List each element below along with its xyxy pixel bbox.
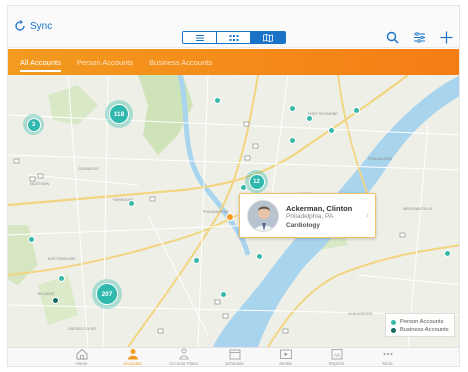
filter-icon[interactable] — [413, 31, 426, 44]
nav-schedule[interactable]: Schedule — [209, 348, 260, 366]
map-cluster[interactable]: 12 — [245, 170, 268, 193]
person-account-pin[interactable] — [306, 115, 313, 122]
accounts-icon — [127, 349, 138, 360]
cluster-count: 118 — [109, 104, 129, 124]
nav-more-label: More — [382, 361, 393, 366]
person-account-pin[interactable] — [256, 253, 263, 260]
svg-text:NICETOWN: NICETOWN — [30, 182, 49, 186]
svg-text:PORT RICHMOND: PORT RICHMOND — [308, 112, 338, 116]
nav-accounts-label: Accounts — [123, 361, 142, 366]
grid-view-icon — [229, 34, 238, 41]
account-location: Philadelphia, PA — [286, 213, 334, 220]
accounts-map[interactable]: NICETOWN GLENWOOD EAST PARKSIDE FAIRMOUNT … — [8, 75, 459, 347]
nav-media[interactable]: Media — [260, 348, 311, 366]
map-legend: Person Accounts Business Accounts — [385, 313, 455, 337]
map-cluster[interactable]: 118 — [105, 100, 133, 128]
svg-text:MERCHANTVILLE: MERCHANTVILLE — [403, 207, 433, 211]
sync-button[interactable]: Sync — [14, 20, 52, 32]
list-view-button[interactable] — [183, 32, 217, 43]
person-account-pin[interactable] — [220, 291, 227, 298]
person-account-pin[interactable] — [193, 257, 200, 264]
sync-label: Sync — [30, 20, 53, 32]
business-account-pin[interactable] — [52, 297, 59, 304]
svg-text:GLENWOOD: GLENWOOD — [78, 167, 99, 171]
svg-text:PENNSAUKEN: PENNSAUKEN — [368, 157, 393, 161]
calendar-icon — [229, 349, 240, 360]
nav-media-label: Media — [279, 361, 292, 366]
media-icon — [279, 349, 292, 359]
screenshot-frame: Sync All Accounts Person Accounts Busine… — [0, 0, 468, 372]
grid-view-button[interactable] — [217, 32, 251, 43]
person-account-pin[interactable] — [240, 184, 247, 191]
cluster-count: 207 — [96, 283, 118, 305]
map-base-layer: NICETOWNGLENWOOD EAST PARKSIDEFAIRMOUNT … — [8, 75, 459, 347]
nav-more[interactable]: More — [362, 348, 413, 366]
tab-business-accounts[interactable]: Business Accounts — [149, 49, 212, 75]
reports-icon: Ad — [331, 349, 342, 360]
home-icon — [76, 348, 87, 360]
person-dot-icon — [391, 319, 396, 325]
cluster-count: 12 — [248, 173, 265, 190]
person-account-pin[interactable] — [214, 97, 221, 104]
map-cluster[interactable]: 3 — [23, 114, 44, 135]
more-icon — [383, 353, 392, 355]
nav-account-plans[interactable]: Account Plans — [158, 348, 209, 366]
top-bar: Sync — [8, 6, 459, 48]
person-account-pin[interactable] — [28, 236, 35, 243]
svg-text:EAST PARKSIDE: EAST PARKSIDE — [48, 257, 76, 261]
person-account-pin[interactable] — [289, 105, 296, 112]
account-name: Ackerman, Clinton — [286, 204, 353, 213]
chevron-right-icon[interactable]: › — [366, 210, 369, 221]
person-account-pin[interactable] — [444, 250, 451, 257]
doctor-portrait-icon — [248, 201, 278, 231]
nav-schedule-label: Schedule — [225, 361, 244, 366]
legend-row-business: Business Accounts — [391, 326, 449, 334]
legend-row-person: Person Accounts — [391, 318, 449, 326]
svg-text:BELMONT: BELMONT — [38, 292, 56, 296]
list-view-icon — [195, 34, 204, 41]
nav-reports[interactable]: Ad Reports — [311, 348, 362, 366]
account-specialty: Cardiology — [286, 222, 320, 229]
business-dot-icon — [391, 327, 396, 333]
selected-account-pin[interactable] — [226, 213, 234, 221]
sync-icon — [15, 20, 25, 31]
svg-text:PHILADELPHIA: PHILADELPHIA — [203, 210, 229, 214]
person-account-pin[interactable] — [58, 275, 65, 282]
person-account-pin[interactable] — [353, 107, 360, 114]
map-view-button[interactable] — [251, 32, 285, 43]
person-account-pin[interactable] — [128, 200, 135, 207]
svg-text:GARDEN COURT: GARDEN COURT — [68, 327, 97, 331]
person-account-pin[interactable] — [289, 137, 296, 144]
account-type-tabs: All Accounts Person Accounts Business Ac… — [8, 49, 459, 75]
bottom-navigation: Home Accounts Account Plans Schedule Med… — [8, 347, 459, 366]
top-actions — [386, 31, 453, 44]
person-account-pin[interactable] — [328, 127, 335, 134]
account-plans-icon — [179, 348, 188, 360]
view-toggle — [182, 31, 286, 44]
add-icon[interactable] — [440, 31, 453, 44]
search-icon[interactable] — [386, 31, 399, 44]
legend-person-label: Person Accounts — [400, 319, 444, 325]
nav-home[interactable]: Home — [56, 348, 107, 366]
nav-home-label: Home — [75, 361, 88, 366]
legend-business-label: Business Accounts — [400, 327, 449, 333]
app-window: Sync All Accounts Person Accounts Busine… — [7, 5, 460, 367]
tab-all-accounts[interactable]: All Accounts — [20, 49, 61, 75]
nav-account-plans-label: Account Plans — [169, 361, 198, 366]
svg-text:GLOUCESTER: GLOUCESTER — [348, 312, 373, 316]
avatar — [247, 200, 279, 232]
map-cluster[interactable]: 207 — [92, 279, 122, 309]
cluster-count: 3 — [26, 117, 41, 132]
map-view-icon — [263, 33, 273, 42]
tab-person-accounts[interactable]: Person Accounts — [77, 49, 133, 75]
account-popup[interactable]: Ackerman, Clinton Philadelphia, PA Cardi… — [239, 193, 376, 238]
nav-accounts[interactable]: Accounts — [107, 348, 158, 366]
nav-reports-label: Reports — [328, 361, 345, 366]
svg-text:Ad: Ad — [334, 353, 340, 358]
